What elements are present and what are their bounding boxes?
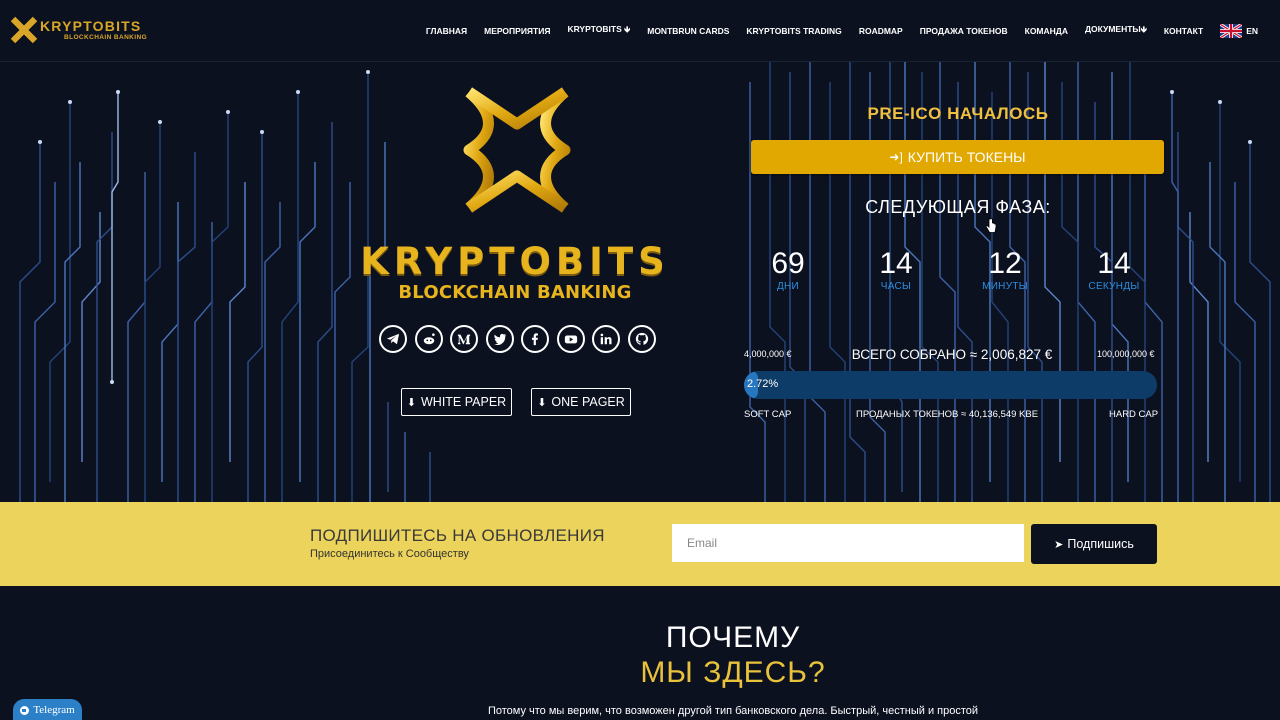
email-field[interactable] <box>672 524 1024 562</box>
countdown-label: ДНИ <box>776 281 800 292</box>
paper-plane-icon: ➤ <box>1054 538 1064 551</box>
main-nav: ГЛАВНАЯ МЕРОПРИЯТИЯ KRYPTOBITS 🡻 MONTBRU… <box>409 0 1280 62</box>
countdown-label: ЧАСЫ <box>880 281 912 292</box>
total-raised: ВСЕГО СОБРАНО ≈ 2,006,827 € <box>851 347 1053 362</box>
language-label: EN <box>1246 26 1258 36</box>
download-icon: ⬇ <box>406 396 416 409</box>
next-phase-heading: СЛЕДУЮЩАЯ ФАЗА: <box>865 197 1051 217</box>
hero-section: KRYPTOBITS BLOCKCHAIN BANKING ⬇ WHITE PA… <box>0 62 1280 502</box>
countdown-value: 12 <box>988 247 1022 280</box>
telegram-widget[interactable]: Telegram <box>13 699 82 720</box>
facebook-icon[interactable] <box>521 325 549 353</box>
countdown-hours: 14 ЧАСЫ <box>846 247 946 292</box>
one-pager-label: ONE PAGER <box>551 395 625 409</box>
nav-item-team[interactable]: КОМАНДА <box>1025 26 1068 36</box>
logo-icon <box>10 16 38 44</box>
why-heading-line1: ПОЧЕМУ <box>665 621 801 654</box>
white-paper-label: WHITE PAPER <box>421 395 507 409</box>
site-header: KRYPTOBITS BLOCKCHAIN BANKING ГЛАВНАЯ МЕ… <box>0 0 1280 62</box>
nav-item-contact[interactable]: КОНТАКТ <box>1164 26 1203 36</box>
brand-title: KRYPTOBITS <box>360 240 670 283</box>
countdown-minutes: 12 МИНУТЫ <box>955 247 1055 292</box>
brand-subtitle: BLOCKCHAIN BANKING <box>398 282 632 303</box>
countdown-seconds: 14 СЕКУНДЫ <box>1064 247 1164 292</box>
countdown-label: МИНУТЫ <box>982 281 1028 292</box>
funding-progress-bar: 2.72% <box>744 371 1157 399</box>
mouse-cursor-icon <box>986 218 997 233</box>
tokens-sold: ПРОДАНЫХ ТОКЕНОВ ≈ 40,136,549 KBE <box>856 409 1039 420</box>
download-icon: ⬇ <box>537 396 547 409</box>
countdown-value: 14 <box>1097 247 1131 280</box>
linkedin-icon[interactable] <box>592 325 620 353</box>
nav-item-montbrun-cards[interactable]: MONTBRUN CARDS <box>647 26 729 36</box>
youtube-icon[interactable] <box>556 325 585 353</box>
nav-item-events[interactable]: МЕРОПРИЯТИЯ <box>484 26 550 36</box>
kryptobits-emblem <box>463 87 571 213</box>
subscribe-button[interactable]: ➤ Подпишись <box>1031 524 1157 564</box>
sign-in-icon: ➜] <box>889 150 903 164</box>
countdown-days: 69 ДНИ <box>738 247 838 292</box>
buy-tokens-button[interactable]: ➜] КУПИТЬ ТОКЕНЫ <box>751 140 1164 174</box>
sale-status: PRE-ICO НАЧАЛОСЬ <box>867 104 1049 123</box>
nav-item-trading[interactable]: KRYPTOBITS TRADING <box>746 26 841 36</box>
medium-icon[interactable] <box>450 325 478 353</box>
logo-tagline: BLOCKCHAIN BANKING <box>64 34 148 41</box>
progress-label: 2.72% <box>747 378 779 390</box>
buy-tokens-label: КУПИТЬ ТОКЕНЫ <box>907 149 1026 165</box>
soft-cap-label: SOFT CAP <box>744 409 792 420</box>
nav-item-home[interactable]: ГЛАВНАЯ <box>426 26 467 36</box>
telegram-widget-label: Telegram <box>33 704 75 716</box>
telegram-icon <box>20 705 30 715</box>
countdown-value: 14 <box>879 247 913 280</box>
subscribe-button-label: Подпишись <box>1067 537 1134 551</box>
white-paper-button[interactable]: ⬇ WHITE PAPER <box>401 388 512 416</box>
countdown-value: 69 <box>771 247 805 280</box>
nav-item-roadmap[interactable]: ROADMAP <box>859 26 903 36</box>
one-pager-button[interactable]: ⬇ ONE PAGER <box>531 388 631 416</box>
telegram-icon[interactable] <box>379 325 407 353</box>
github-icon[interactable] <box>627 325 656 353</box>
nav-item-token-sale[interactable]: ПРОДАЖА ТОКЕНОВ <box>920 26 1008 36</box>
countdown-label: СЕКУНДЫ <box>1088 281 1140 292</box>
nav-item-documents[interactable]: ДОКУМЕНТЫ🡻 <box>1085 24 1147 38</box>
social-links <box>379 325 663 353</box>
why-description: Потому что мы верим, что возможен другой… <box>487 705 979 717</box>
logo-wordmark: KRYPTOBITS <box>40 18 142 34</box>
hard-cap-amount: 100,000,000 € <box>1097 349 1155 359</box>
subscribe-description: Присоединитесь к Сообществу <box>310 548 469 560</box>
subscribe-band: ПОДПИШИТЕСЬ НА ОБНОВЛЕНИЯ Присоединитесь… <box>0 502 1280 586</box>
why-heading-line2: МЫ ЗДЕСЬ? <box>640 656 826 689</box>
reddit-icon[interactable] <box>414 325 443 353</box>
nav-item-kryptobits[interactable]: KRYPTOBITS 🡻 <box>567 24 630 38</box>
hard-cap-label: HARD CAP <box>1109 409 1159 420</box>
site-logo[interactable]: KRYPTOBITS BLOCKCHAIN BANKING <box>8 14 158 48</box>
twitter-icon[interactable] <box>485 325 514 353</box>
uk-flag-icon <box>1220 24 1243 38</box>
subscribe-title: ПОДПИШИТЕСЬ НА ОБНОВЛЕНИЯ <box>310 526 605 545</box>
language-switcher[interactable]: EN <box>1220 24 1258 38</box>
